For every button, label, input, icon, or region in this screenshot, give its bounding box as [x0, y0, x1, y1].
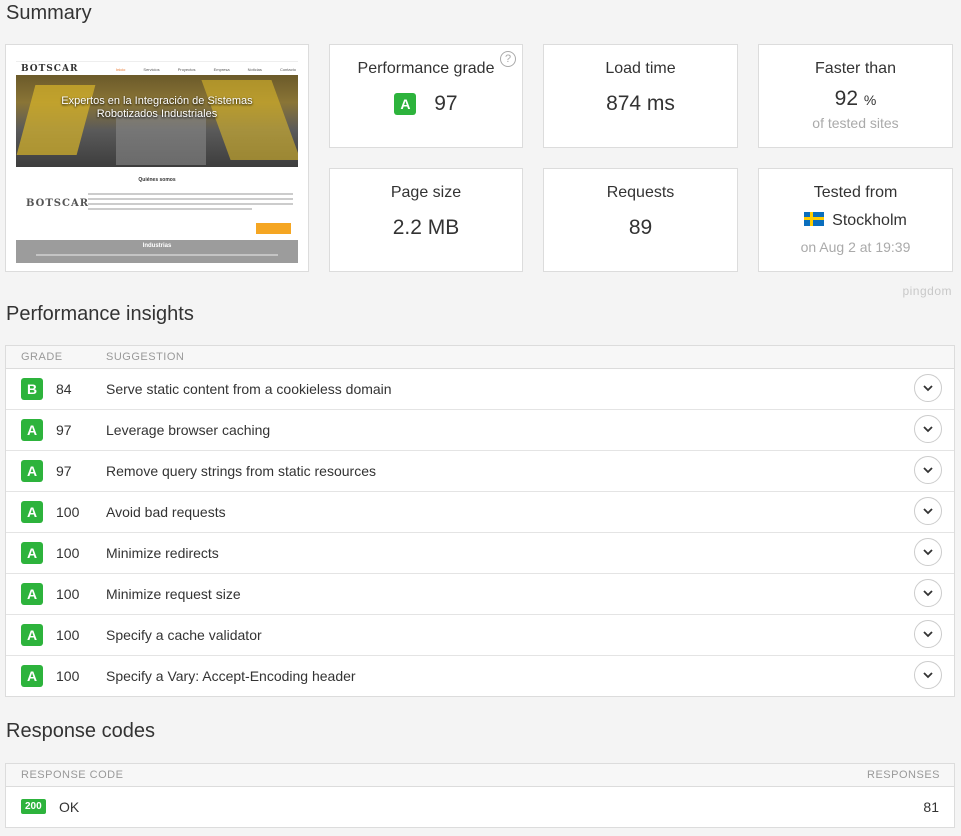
- pingdom-logo: pingdom: [902, 284, 952, 298]
- insight-row[interactable]: A 100 Minimize request size: [6, 574, 954, 615]
- page-size-value: 2.2 MB: [392, 216, 460, 239]
- load-time-label: Load time: [605, 60, 676, 77]
- tested-from-location: Stockholm: [832, 212, 907, 229]
- insight-score: 97: [56, 422, 72, 438]
- requests-value: 89: [628, 216, 653, 239]
- insights-table: GRADE SUGGESTION B 84 Serve static content…: [5, 345, 955, 697]
- insights-heading: Performance insights: [6, 303, 194, 325]
- grade-badge: B: [21, 378, 43, 400]
- insight-suggestion: Avoid bad requests: [106, 504, 226, 520]
- insight-score: 100: [56, 586, 80, 602]
- screenshot-logo-small: BOTSCAR: [26, 198, 90, 209]
- response-code-row: 200 OK 81: [6, 787, 954, 827]
- expand-chevron-icon[interactable]: [914, 497, 942, 525]
- expand-chevron-icon[interactable]: [914, 661, 942, 689]
- grade-column-header: GRADE: [21, 351, 63, 363]
- expand-chevron-icon[interactable]: [914, 374, 942, 402]
- insight-suggestion: Remove query strings from static resourc…: [106, 463, 376, 479]
- insight-row[interactable]: A 100 Avoid bad requests: [6, 492, 954, 533]
- response-count: 81: [923, 799, 939, 815]
- insight-score: 100: [56, 545, 80, 561]
- response-codes-table-header: RESPONSE CODE RESPONSES: [6, 764, 954, 787]
- tested-from-location-row: Stockholm: [759, 212, 952, 230]
- load-time-value: 874 ms: [606, 92, 675, 115]
- screenshot-text-block: [88, 193, 293, 213]
- insight-row[interactable]: A 100 Specify a Vary: Accept-Encoding head…: [6, 656, 954, 696]
- sweden-flag-icon: [804, 212, 825, 226]
- requests-label: Requests: [606, 184, 675, 201]
- insight-suggestion: Serve static content from a cookieless d…: [106, 381, 392, 397]
- expand-chevron-icon[interactable]: [914, 456, 942, 484]
- performance-grade-label: Performance grade: [357, 60, 495, 77]
- performance-grade-value: A 97: [330, 92, 522, 116]
- tested-from-label: Tested from: [813, 184, 898, 201]
- insight-suggestion: Specify a Vary: Accept-Encoding header: [106, 668, 356, 684]
- grade-badge: A: [394, 93, 417, 116]
- grade-badge: A: [21, 665, 43, 687]
- summary-heading: Summary: [6, 2, 92, 24]
- screenshot-nav: Inicio Servicios Proyectos Empresa Notic…: [116, 67, 296, 72]
- response-code-column-header: RESPONSE CODE: [21, 769, 124, 781]
- grade-badge: A: [21, 419, 43, 441]
- insight-suggestion: Specify a cache validator: [106, 627, 262, 643]
- response-codes-heading: Response codes: [6, 720, 155, 742]
- expand-chevron-icon[interactable]: [914, 415, 942, 443]
- expand-chevron-icon[interactable]: [914, 579, 942, 607]
- insight-score: 100: [56, 668, 80, 684]
- status-code-badge: 200: [21, 799, 46, 814]
- insight-row[interactable]: A 100 Minimize redirects: [6, 533, 954, 574]
- faster-than-card: Faster than 92 % of tested sites: [758, 44, 953, 148]
- insight-score: 84: [56, 381, 72, 397]
- responses-column-header: RESPONSES: [867, 769, 940, 781]
- performance-grade-card: Performance grade ? A 97: [329, 44, 523, 148]
- grade-badge: A: [21, 501, 43, 523]
- tested-from-card: Tested from Stockholm on Aug 2 at 19:39: [758, 168, 953, 272]
- screenshot-button: [256, 223, 291, 234]
- suggestion-column-header: SUGGESTION: [106, 351, 185, 363]
- grade-badge: A: [21, 583, 43, 605]
- insight-suggestion: Leverage browser caching: [106, 422, 271, 438]
- grade-badge: A: [21, 542, 43, 564]
- insights-table-header: GRADE SUGGESTION: [6, 346, 954, 369]
- grade-badge: A: [21, 460, 43, 482]
- page-size-label: Page size: [390, 184, 462, 201]
- insight-row[interactable]: B 84 Serve static content from a cookieles…: [6, 369, 954, 410]
- insight-suggestion: Minimize redirects: [106, 545, 219, 561]
- website-screenshot: BOTSCAR Inicio Servicios Proyectos Empre…: [5, 44, 309, 272]
- insight-row[interactable]: A 97 Remove query strings from static reso…: [6, 451, 954, 492]
- expand-chevron-icon[interactable]: [914, 620, 942, 648]
- insight-row[interactable]: A 100 Specify a cache validator: [6, 615, 954, 656]
- insight-row[interactable]: A 97 Leverage browser caching: [6, 410, 954, 451]
- screenshot-section-title: Quiénes somos: [138, 177, 176, 183]
- screenshot-hero-text: Expertos en la Integración de Sistemas R…: [61, 95, 253, 120]
- screenshot-hero: Expertos en la Integración de Sistemas R…: [16, 75, 298, 167]
- performance-score: 97: [434, 92, 458, 116]
- help-icon[interactable]: ?: [500, 51, 516, 67]
- faster-than-label: Faster than: [815, 60, 896, 77]
- page-size-card: Page size 2.2 MB: [329, 168, 523, 272]
- faster-than-value: 92 %: [834, 87, 877, 110]
- status-text: OK: [59, 799, 80, 815]
- insight-score: 97: [56, 463, 72, 479]
- load-time-card: Load time 874 ms: [543, 44, 738, 148]
- faster-than-sub: of tested sites: [812, 115, 899, 131]
- response-codes-table: RESPONSE CODE RESPONSES 200 OK 81: [5, 763, 955, 828]
- screenshot-logo: BOTSCAR: [21, 64, 79, 74]
- grade-badge: A: [21, 624, 43, 646]
- tested-from-sub: on Aug 2 at 19:39: [800, 239, 911, 255]
- screenshot-footer: Industrias: [16, 240, 298, 263]
- insight-suggestion: Minimize request size: [106, 586, 241, 602]
- insight-score: 100: [56, 627, 80, 643]
- insight-score: 100: [56, 504, 80, 520]
- requests-card: Requests 89: [543, 168, 738, 272]
- expand-chevron-icon[interactable]: [914, 538, 942, 566]
